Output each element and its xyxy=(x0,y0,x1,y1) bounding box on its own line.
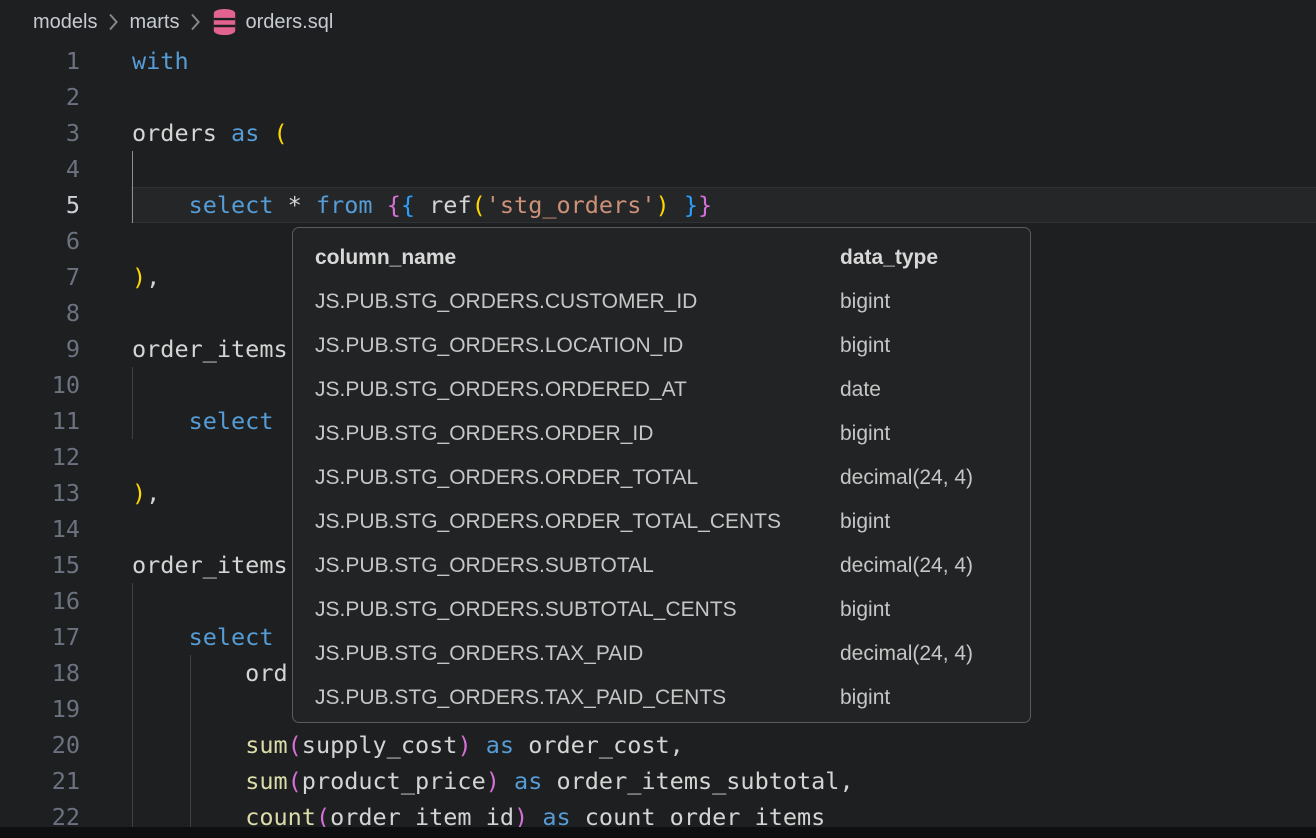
popup-column-row: JS.PUB.STG_ORDERS.SUBTOTALdecimal(24, 4) xyxy=(293,544,1030,588)
breadcrumb-file-name: orders.sql xyxy=(245,11,333,34)
code-text xyxy=(80,695,132,723)
code-line[interactable]: 20 sum(supply_cost) as order_cost, xyxy=(0,727,1316,763)
breadcrumb: models marts orders.sql xyxy=(0,0,1316,44)
line-number[interactable]: 19 xyxy=(0,691,80,727)
code-text: orders as ( xyxy=(80,119,288,147)
data-type-value: bigint xyxy=(840,422,1030,446)
indent-guide xyxy=(132,151,133,223)
code-text xyxy=(80,299,132,327)
popup-column-row: JS.PUB.STG_ORDERS.SUBTOTAL_CENTSbigint xyxy=(293,588,1030,632)
code-text: with xyxy=(80,47,189,75)
data-type-value: bigint xyxy=(840,598,1030,622)
column-name-value: JS.PUB.STG_ORDERS.LOCATION_ID xyxy=(315,334,840,358)
code-text xyxy=(80,83,132,111)
code-text: select xyxy=(80,623,273,651)
chevron-right-icon xyxy=(188,13,202,31)
code-line[interactable]: 21 sum(product_price) as order_items_sub… xyxy=(0,763,1316,799)
popup-rows: JS.PUB.STG_ORDERS.CUSTOMER_IDbigintJS.PU… xyxy=(293,280,1030,720)
data-type-value: bigint xyxy=(840,686,1030,710)
popup-column-row: JS.PUB.STG_ORDERS.LOCATION_IDbigint xyxy=(293,324,1030,368)
popup-column-row: JS.PUB.STG_ORDERS.TAX_PAIDdecimal(24, 4) xyxy=(293,632,1030,676)
popup-column-row: JS.PUB.STG_ORDERS.ORDERED_ATdate xyxy=(293,368,1030,412)
code-text: sum(supply_cost) as order_cost, xyxy=(80,731,684,759)
popup-column-row: JS.PUB.STG_ORDERS.ORDER_IDbigint xyxy=(293,412,1030,456)
data-type-value: bigint xyxy=(840,334,1030,358)
data-type-value: bigint xyxy=(840,510,1030,534)
column-name-value: JS.PUB.STG_ORDERS.ORDER_TOTAL xyxy=(315,466,840,490)
indent-guide xyxy=(132,583,133,828)
column-name-value: JS.PUB.STG_ORDERS.ORDER_ID xyxy=(315,422,840,446)
line-number[interactable]: 18 xyxy=(0,655,80,691)
popup-header-column-name: column_name xyxy=(315,246,840,270)
column-name-value: JS.PUB.STG_ORDERS.SUBTOTAL_CENTS xyxy=(315,598,840,622)
data-type-value: bigint xyxy=(840,290,1030,314)
line-number[interactable]: 21 xyxy=(0,763,80,799)
line-number[interactable]: 8 xyxy=(0,295,80,331)
line-number[interactable]: 10 xyxy=(0,367,80,403)
data-type-value: date xyxy=(840,378,1030,402)
code-text: sum(product_price) as order_items_subtot… xyxy=(80,767,854,795)
code-text xyxy=(80,227,132,255)
popup-header-row: column_name data_type xyxy=(293,236,1030,280)
popup-header-data-type: data_type xyxy=(840,246,1030,270)
code-text: ), xyxy=(80,263,160,291)
code-text xyxy=(80,587,132,615)
code-text: order_items xyxy=(80,335,288,363)
data-type-value: decimal(24, 4) xyxy=(840,466,1030,490)
code-text xyxy=(80,371,132,399)
line-number[interactable]: 15 xyxy=(0,547,80,583)
database-icon xyxy=(211,7,238,37)
line-number[interactable]: 11 xyxy=(0,403,80,439)
line-number[interactable]: 9 xyxy=(0,331,80,367)
code-text: order_items xyxy=(80,551,288,579)
line-number[interactable]: 6 xyxy=(0,223,80,259)
indent-guide xyxy=(190,655,191,828)
column-name-value: JS.PUB.STG_ORDERS.CUSTOMER_ID xyxy=(315,290,840,314)
popup-column-row: JS.PUB.STG_ORDERS.CUSTOMER_IDbigint xyxy=(293,280,1030,324)
column-name-value: JS.PUB.STG_ORDERS.TAX_PAID_CENTS xyxy=(315,686,840,710)
line-number[interactable]: 16 xyxy=(0,583,80,619)
code-text xyxy=(80,443,132,471)
line-number[interactable]: 13 xyxy=(0,475,80,511)
code-text xyxy=(80,515,132,543)
code-line[interactable]: 4 xyxy=(0,151,1316,187)
code-line[interactable]: 3orders as ( xyxy=(0,115,1316,151)
column-name-value: JS.PUB.STG_ORDERS.SUBTOTAL xyxy=(315,554,840,578)
code-text xyxy=(80,155,132,183)
line-number[interactable]: 2 xyxy=(0,79,80,115)
line-number[interactable]: 5 xyxy=(0,187,80,223)
code-line[interactable]: 2 xyxy=(0,79,1316,115)
line-number[interactable]: 20 xyxy=(0,727,80,763)
column-name-value: JS.PUB.STG_ORDERS.ORDER_TOTAL_CENTS xyxy=(315,510,840,534)
column-name-value: JS.PUB.STG_ORDERS.TAX_PAID xyxy=(315,642,840,666)
line-number[interactable]: 4 xyxy=(0,151,80,187)
line-number[interactable]: 1 xyxy=(0,43,80,79)
data-type-value: decimal(24, 4) xyxy=(840,554,1030,578)
popup-column-row: JS.PUB.STG_ORDERS.ORDER_TOTALdecimal(24,… xyxy=(293,456,1030,500)
code-text: select xyxy=(80,407,273,435)
breadcrumb-item-models[interactable]: models xyxy=(33,11,97,34)
code-line[interactable]: 5 select * from {{ ref('stg_orders') }} xyxy=(0,187,1316,223)
line-number[interactable]: 7 xyxy=(0,259,80,295)
window-bottom-edge xyxy=(0,827,1316,838)
line-number[interactable]: 17 xyxy=(0,619,80,655)
data-type-value: decimal(24, 4) xyxy=(840,642,1030,666)
code-line[interactable]: 1with xyxy=(0,43,1316,79)
popup-column-row: JS.PUB.STG_ORDERS.TAX_PAID_CENTSbigint xyxy=(293,676,1030,720)
column-name-value: JS.PUB.STG_ORDERS.ORDERED_AT xyxy=(315,378,840,402)
code-editor[interactable]: 1with23orders as (45 select * from {{ re… xyxy=(0,43,1316,838)
code-text: ), xyxy=(80,479,160,507)
breadcrumb-item-marts[interactable]: marts xyxy=(129,11,179,34)
line-number[interactable]: 3 xyxy=(0,115,80,151)
indent-guide xyxy=(132,367,133,439)
code-text: ord xyxy=(80,659,288,687)
column-info-popup: column_name data_type JS.PUB.STG_ORDERS.… xyxy=(292,227,1031,723)
popup-column-row: JS.PUB.STG_ORDERS.ORDER_TOTAL_CENTSbigin… xyxy=(293,500,1030,544)
code-text: select * from {{ ref('stg_orders') }} xyxy=(80,191,712,219)
line-number[interactable]: 12 xyxy=(0,439,80,475)
line-number[interactable]: 14 xyxy=(0,511,80,547)
breadcrumb-item-file[interactable]: orders.sql xyxy=(211,7,333,37)
chevron-right-icon xyxy=(106,13,120,31)
